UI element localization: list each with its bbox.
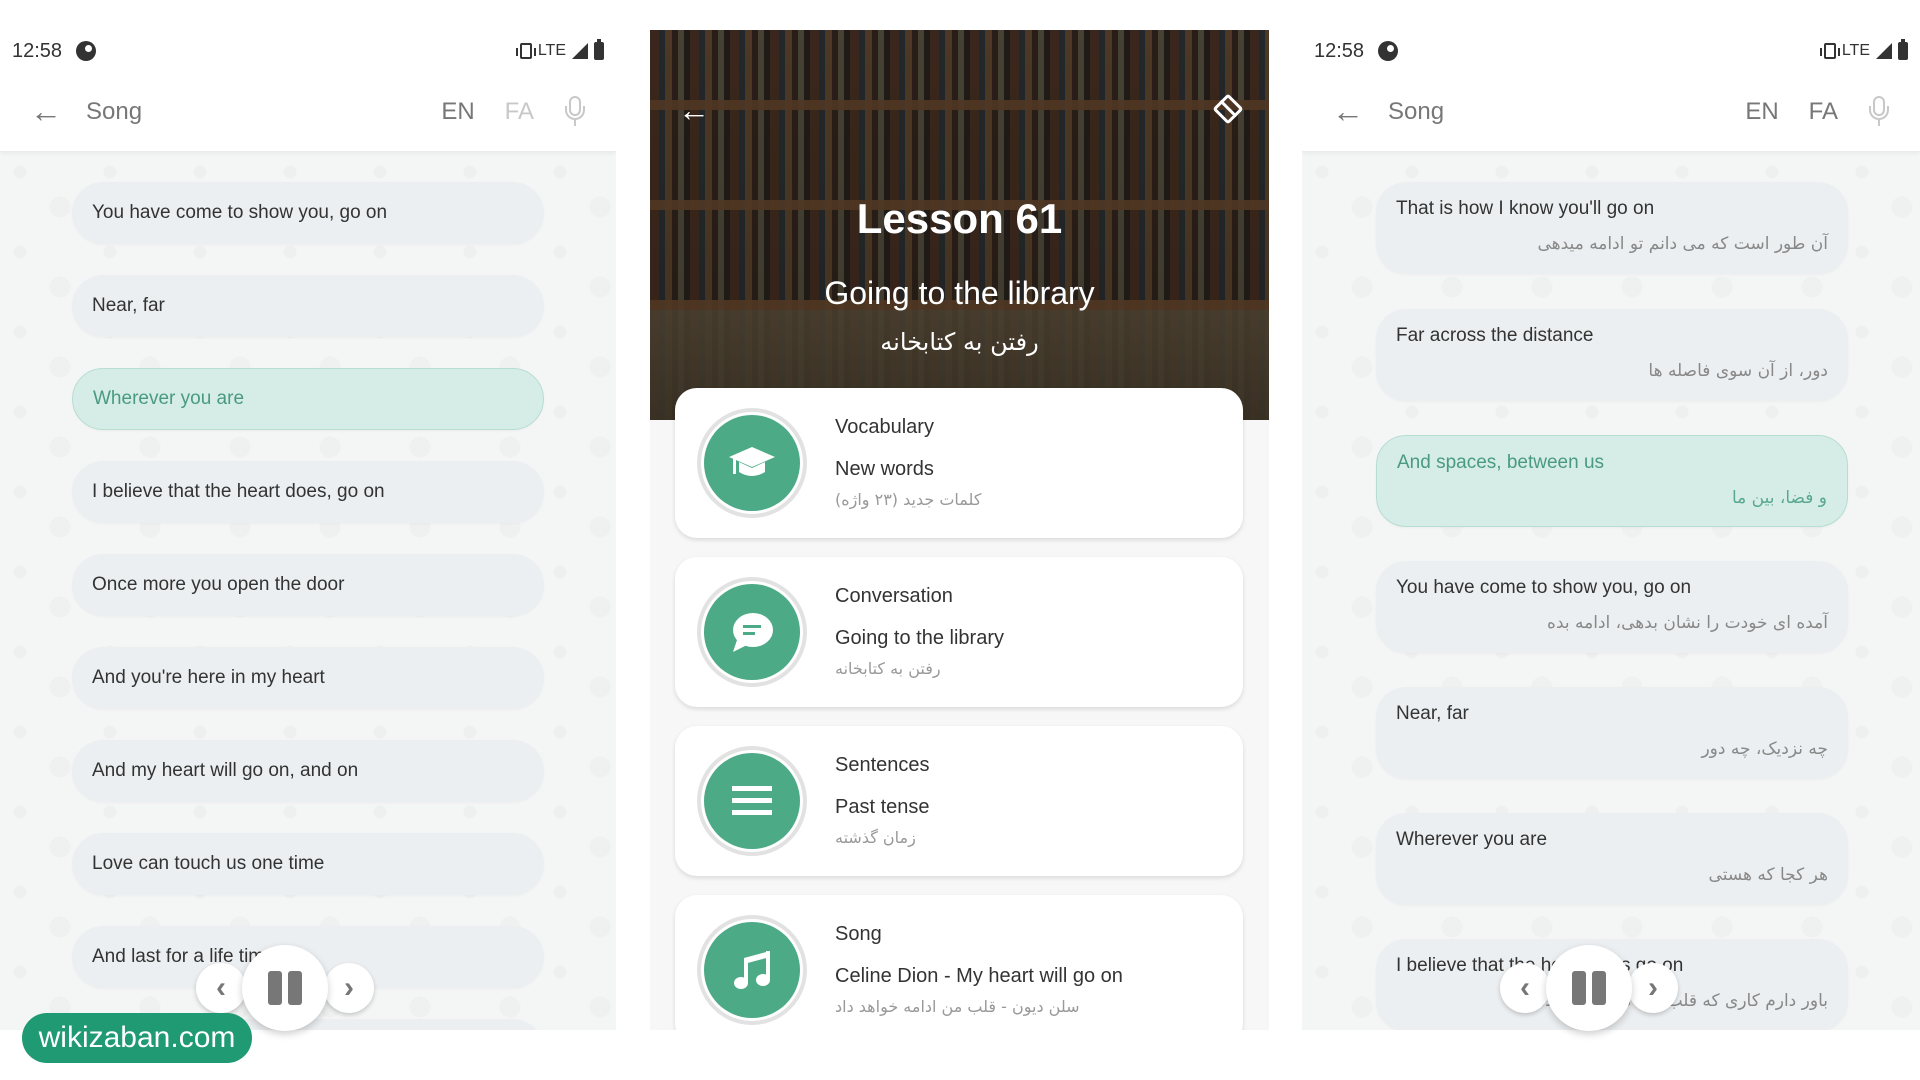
song-screen-english: 12:58 LTE ← Song EN FA You have come to …: [0, 30, 616, 1050]
back-arrow-icon[interactable]: ←: [1332, 93, 1372, 130]
lang-en-toggle[interactable]: EN: [441, 98, 474, 126]
card-description: Celine Dion - My heart will go on: [835, 965, 1123, 987]
vibrate-icon: [1819, 43, 1840, 59]
chat-bubble-icon: [704, 584, 800, 680]
lyric-line[interactable]: Love can touch us one time: [72, 833, 544, 895]
lyric-line[interactable]: You have come to show you, go on آمده ای …: [1376, 561, 1848, 653]
card-description: Going to the library: [835, 627, 1004, 649]
card-label: Vocabulary: [835, 416, 934, 438]
signal-icon: [1876, 43, 1892, 59]
network-type: LTE: [1841, 42, 1870, 59]
card-description-fa: رفتن به کتابخانه: [835, 659, 941, 678]
network-type: LTE: [537, 42, 566, 59]
list-icon: [704, 753, 800, 849]
graduation-cap-icon: [704, 415, 800, 511]
lang-en-toggle[interactable]: EN: [1745, 98, 1778, 126]
previous-line-button[interactable]: ‹: [1500, 963, 1550, 1013]
lesson-hero-image: ← Lesson 61 Going to the library رفتن به…: [650, 30, 1269, 420]
pause-button[interactable]: [242, 945, 328, 1031]
lyric-line[interactable]: Wherever you are هر کجا که هستی: [1376, 813, 1848, 905]
signal-icon: [572, 43, 588, 59]
song-card[interactable]: Song Celine Dion - My heart will go on س…: [675, 895, 1243, 1045]
lyrics-list: You have come to show you, go on Near, f…: [0, 152, 616, 1050]
lyric-line[interactable]: Far across the distance دور، از آن سوی فا…: [1376, 309, 1848, 401]
app-bar: ← Song EN FA: [1302, 72, 1920, 152]
chevron-left-icon: ‹: [1520, 971, 1530, 1004]
card-description: Past tense: [835, 796, 930, 818]
lyrics-list: That is how I know you'll go on آن طور اس…: [1302, 152, 1920, 1050]
conversation-card[interactable]: Conversation Going to the library رفتن ب…: [675, 557, 1243, 707]
lyric-line[interactable]: And you're here in my heart: [72, 647, 544, 709]
card-label: Sentences: [835, 754, 930, 776]
next-line-button[interactable]: ›: [1628, 963, 1678, 1013]
card-description: New words: [835, 458, 934, 480]
chevron-right-icon: ›: [344, 971, 354, 1004]
previous-line-button[interactable]: ‹: [196, 963, 246, 1013]
watermark-badge: wikizaban.com: [22, 1013, 252, 1063]
pause-icon: [268, 971, 282, 1005]
lang-fa-toggle[interactable]: FA: [505, 98, 534, 126]
back-arrow-icon[interactable]: ←: [30, 93, 70, 130]
playback-controls: ‹ ›: [1500, 945, 1678, 1031]
lyric-line-active[interactable]: And spaces, between us و فضا، بین ما: [1376, 435, 1848, 527]
battery-icon: [1898, 39, 1908, 60]
chevron-left-icon: ‹: [216, 971, 226, 1004]
status-time: 12:58: [1314, 39, 1365, 62]
card-label: Conversation: [835, 585, 953, 607]
app-bar: ← Song EN FA: [0, 72, 616, 152]
status-bar: 12:58 LTE: [0, 30, 616, 72]
app-notification-icon: [76, 41, 97, 61]
lesson-subtitle: Going to the library: [824, 275, 1095, 311]
lesson-title: Lesson 61: [856, 195, 1063, 242]
lyric-line[interactable]: That is how I know you'll go on آن طور اس…: [1376, 182, 1848, 274]
status-time: 12:58: [12, 39, 63, 62]
lyric-line[interactable]: And my heart will go on, and on: [72, 740, 544, 802]
page-title: Song: [1388, 97, 1445, 125]
chevron-right-icon: ›: [1648, 971, 1658, 1004]
lyric-line[interactable]: You have come to show you, go on: [72, 182, 544, 244]
lyric-line[interactable]: Near, far چه نزدیک، چه دور: [1376, 687, 1848, 779]
lyric-line-active[interactable]: Wherever you are: [72, 368, 544, 430]
card-label: Song: [835, 923, 882, 945]
back-arrow-icon[interactable]: ←: [678, 92, 710, 129]
lesson-subtitle-fa: رفتن به کتابخانه: [880, 328, 1039, 356]
card-description-fa: سلن دیون - قلب من ادامه خواهد داد: [835, 997, 1080, 1016]
music-note-icon: [704, 922, 800, 1018]
app-notification-icon: [1378, 41, 1399, 61]
microphone-icon[interactable]: [564, 95, 586, 128]
status-bar: 12:58 LTE: [1302, 30, 1920, 72]
lyric-line[interactable]: I believe that the heart does, go on: [72, 461, 544, 523]
lesson-screen: ← Lesson 61 Going to the library رفتن به…: [650, 30, 1269, 1050]
microphone-icon[interactable]: [1868, 95, 1890, 128]
pause-icon: [1572, 971, 1586, 1005]
card-description-fa: کلمات جدید (۲۳ واژه): [835, 490, 982, 509]
lang-fa-toggle[interactable]: FA: [1809, 98, 1838, 126]
vibrate-icon: [515, 43, 536, 59]
next-line-button[interactable]: ›: [324, 963, 374, 1013]
card-description-fa: زمان گذشته: [835, 828, 916, 847]
pause-button[interactable]: [1546, 945, 1632, 1031]
song-screen-bilingual: 12:58 LTE ← Song EN FA That is how I kno…: [1302, 30, 1920, 1050]
page-title: Song: [86, 97, 143, 125]
lyric-line[interactable]: Near, far: [72, 275, 544, 337]
vocabulary-card[interactable]: Vocabulary New words کلمات جدید (۲۳ واژه…: [675, 388, 1243, 538]
lyric-line[interactable]: Once more you open the door: [72, 554, 544, 616]
sentences-card[interactable]: Sentences Past tense زمان گذشته: [675, 726, 1243, 876]
battery-icon: [594, 39, 604, 60]
eraser-icon[interactable]: [1212, 93, 1244, 125]
